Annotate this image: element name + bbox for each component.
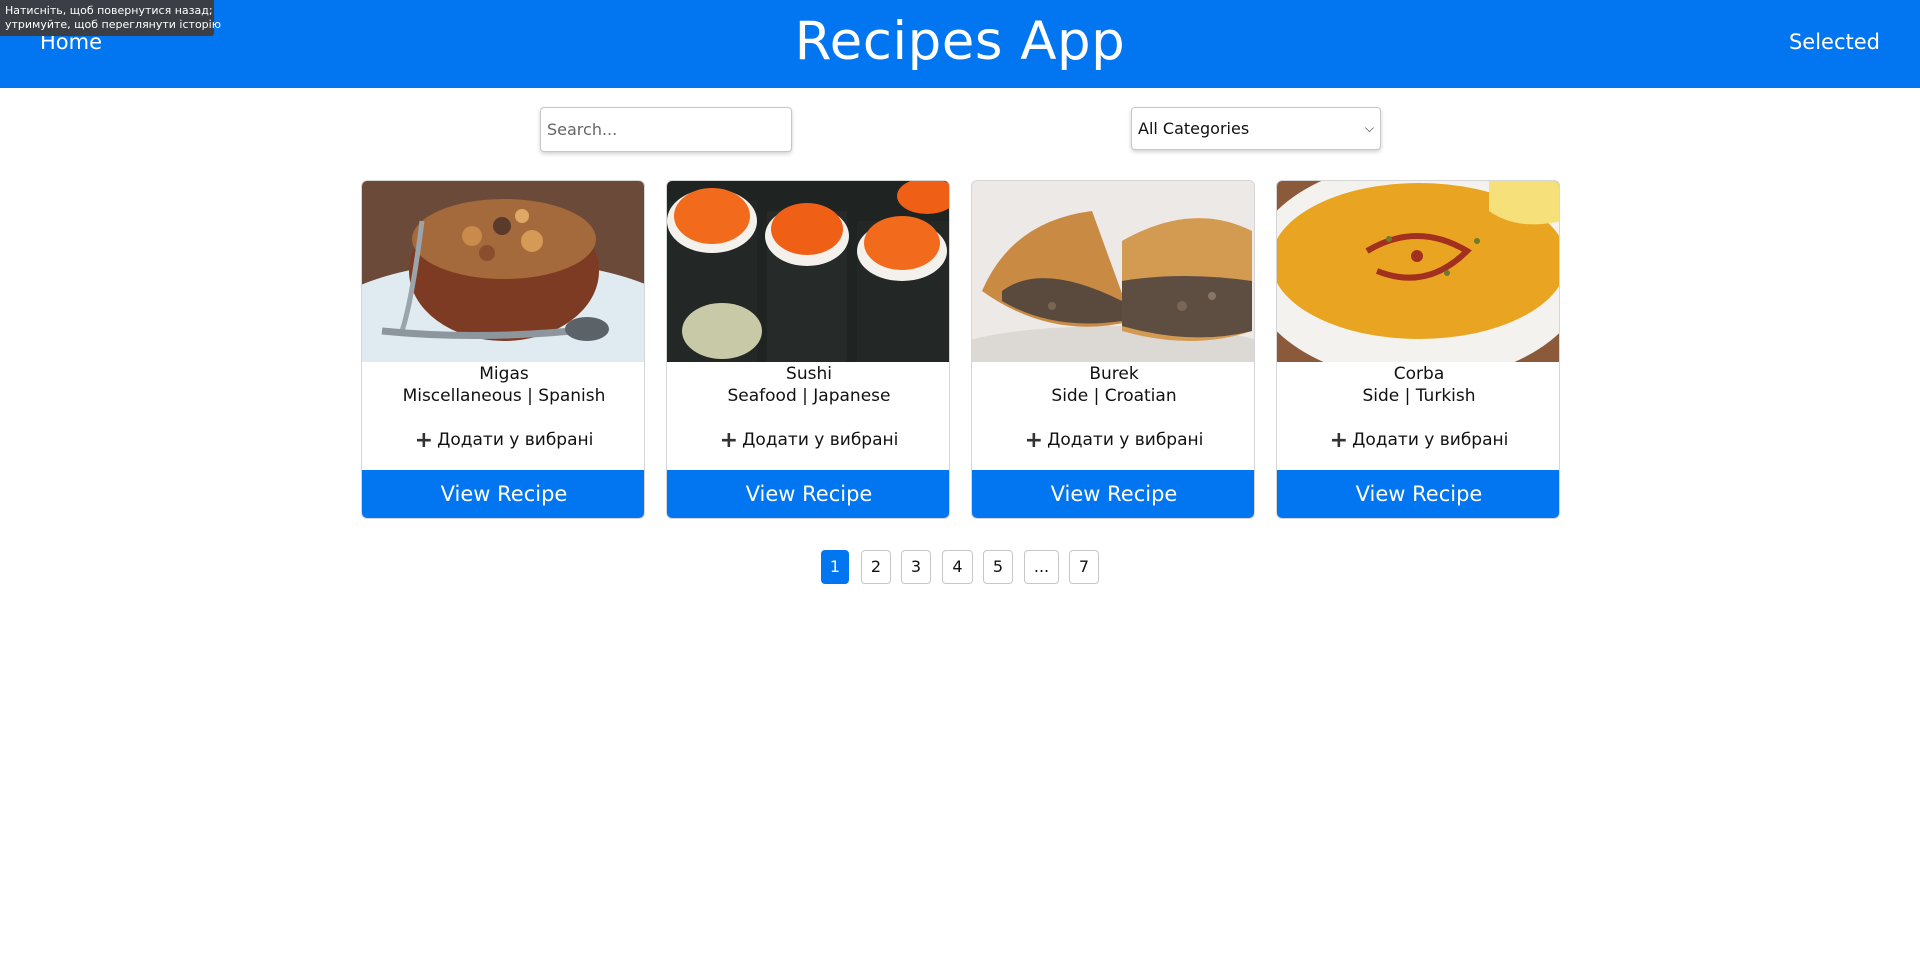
category-selected-value: All Categories — [1138, 119, 1250, 138]
tooltip-line-2: утримуйте, щоб переглянути історію — [5, 18, 221, 31]
chevron-down-icon: ⌵ — [1364, 121, 1374, 135]
plus-icon: + — [1024, 428, 1044, 453]
page-button-5[interactable]: 5 — [983, 550, 1013, 584]
recipe-title: Migas — [479, 364, 529, 384]
add-to-favorites-button[interactable]: + Додати у вибрані — [972, 428, 1254, 453]
page-button-2[interactable]: 2 — [861, 550, 891, 584]
recipe-title: Corba — [1393, 364, 1445, 384]
page-button-3[interactable]: 3 — [901, 550, 931, 584]
plus-icon: + — [1329, 428, 1349, 453]
plus-icon: + — [719, 428, 739, 453]
app-title: Recipes App — [794, 11, 1126, 72]
recipe-card: Corba Side | Turkish + Додати у вибрані V… — [1276, 180, 1560, 519]
page-button-7[interactable]: 7 — [1069, 550, 1099, 584]
recipe-title: Burek — [1089, 364, 1139, 384]
view-recipe-button[interactable]: View Recipe — [667, 470, 949, 518]
search-input[interactable] — [540, 107, 792, 152]
view-recipe-button[interactable]: View Recipe — [972, 470, 1254, 518]
recipe-meta: Seafood | Japanese — [727, 386, 891, 406]
add-to-favorites-label: Додати у вибрані — [437, 430, 594, 450]
recipe-card: Burek Side | Croatian + Додати у вибрані … — [971, 180, 1255, 519]
back-button-tooltip: Натисніть, щоб повернутися назад; утриму… — [0, 0, 221, 36]
nav-selected-link[interactable]: Selected — [1789, 30, 1880, 54]
add-to-favorites-button[interactable]: + Додати у вибрані — [667, 428, 949, 453]
add-to-favorites-label: Додати у вибрані — [1047, 430, 1204, 450]
recipe-image-burek[interactable] — [972, 181, 1254, 362]
recipe-title: Sushi — [786, 364, 832, 384]
page-button-1[interactable]: 1 — [821, 550, 849, 584]
plus-icon: + — [414, 428, 434, 453]
recipe-card: Migas Miscellaneous | Spanish + Додати у … — [361, 180, 645, 519]
add-to-favorites-label: Додати у вибрані — [742, 430, 899, 450]
top-navbar: Home Recipes App Selected — [0, 0, 1920, 88]
recipe-card: Sushi Seafood | Japanese + Додати у вибра… — [666, 180, 950, 519]
view-recipe-button[interactable]: View Recipe — [362, 470, 644, 518]
page-ellipsis: ... — [1024, 550, 1059, 584]
recipe-image-migas[interactable] — [362, 181, 644, 362]
recipe-meta: Miscellaneous | Spanish — [402, 386, 606, 406]
recipe-image-sushi[interactable] — [667, 181, 949, 362]
add-to-favorites-label: Додати у вибрані — [1352, 430, 1509, 450]
add-to-favorites-button[interactable]: + Додати у вибрані — [1277, 428, 1559, 453]
page-button-4[interactable]: 4 — [942, 550, 973, 584]
category-select[interactable]: All Categories ⌵ — [1131, 107, 1381, 150]
recipe-meta: Side | Croatian — [1051, 386, 1177, 406]
add-to-favorites-button[interactable]: + Додати у вибрані — [362, 428, 644, 453]
recipe-image-corba[interactable] — [1277, 181, 1559, 362]
tooltip-line-1: Натисніть, щоб повернутися назад; — [5, 4, 213, 17]
recipe-meta: Side | Turkish — [1362, 386, 1476, 406]
view-recipe-button[interactable]: View Recipe — [1277, 470, 1559, 518]
